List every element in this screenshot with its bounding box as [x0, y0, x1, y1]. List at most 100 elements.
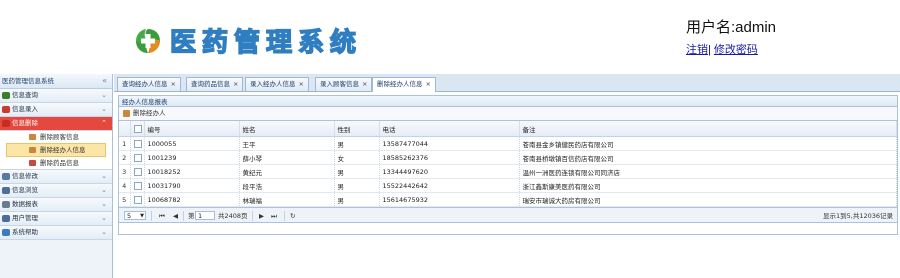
- logout-link[interactable]: 注销: [686, 44, 708, 56]
- column-header-phone[interactable]: 电话: [379, 121, 520, 137]
- link-separator: |: [708, 44, 711, 56]
- table-row[interactable]: 1 1000055 王平男 13587477044 苍南县金乡镇健民药店有限公司: [119, 136, 897, 151]
- chevron-icon: ⌄: [101, 105, 107, 113]
- close-icon[interactable]: ×: [362, 80, 367, 88]
- sidebar: 医药管理信息系统 « 信息查询 ⌄ 信息录入 ⌄ 信息删除 ⌃ 删除顾客信息 删除经办人信息删…: [0, 74, 113, 278]
- panel-title: 经办人信息报表: [118, 95, 898, 107]
- rownum-header: [119, 121, 131, 137]
- prev-page-icon[interactable]: ◀: [173, 208, 178, 224]
- row-checkbox[interactable]: [130, 136, 145, 151]
- tab-2[interactable]: 查询药品信息 ×: [186, 77, 244, 91]
- sidebar-subitem-medicine[interactable]: 删除药品信息: [0, 157, 112, 169]
- next-page-icon[interactable]: ▶: [259, 208, 264, 224]
- table-row[interactable]: 4 10031790 段平浩男 15522442642 浙江鑫斯康美医药有限公司: [119, 178, 897, 193]
- column-header-sex[interactable]: 性别: [334, 121, 380, 137]
- sidebar-item-edit[interactable]: 信息修改 ⌄: [0, 170, 112, 184]
- cell-id: 10068782: [144, 192, 240, 207]
- sidebar-subitem-agent[interactable]: 删除经办人信息: [6, 143, 106, 157]
- tab-5[interactable]: 删除经办人信息 ×: [372, 77, 436, 92]
- sidebar-subitem-label: 删除经办人信息: [40, 146, 86, 154]
- medicine-icon: [29, 160, 36, 166]
- close-icon[interactable]: ×: [171, 80, 176, 88]
- cell-name: 段平浩: [239, 178, 335, 193]
- cell-phone: 15614675932: [379, 192, 520, 207]
- sidebar-item-input[interactable]: 信息录入 ⌄: [0, 103, 112, 117]
- pager-divider: [252, 211, 253, 221]
- chevron-icon: ⌄: [101, 91, 107, 99]
- cell-name: 王平: [239, 136, 335, 151]
- column-header-note[interactable]: 备注: [519, 121, 897, 137]
- sidebar-item-label: 信息删除: [12, 119, 38, 127]
- column-header-name[interactable]: 姓名: [239, 121, 335, 137]
- query-icon: [2, 92, 10, 99]
- page-size-select[interactable]: 5 ▼: [124, 211, 146, 220]
- app-title: 医药管理系统: [169, 27, 363, 58]
- cell-phone: 13344497620: [379, 164, 520, 179]
- sidebar-item-label: 用户管理: [12, 214, 38, 222]
- sidebar-item-delete[interactable]: 信息删除 ⌃: [0, 117, 112, 131]
- app-logo: 医药管理系统: [134, 22, 362, 59]
- close-icon[interactable]: ×: [233, 80, 238, 88]
- customer-icon: [29, 134, 36, 140]
- cell-id: 10018252: [144, 164, 240, 179]
- sidebar-item-report[interactable]: 数据报表 ⌄: [0, 198, 112, 212]
- row-checkbox[interactable]: [130, 150, 145, 165]
- change-password-link[interactable]: 修改密码: [714, 44, 758, 56]
- select-all-checkbox[interactable]: [130, 121, 145, 137]
- row-checkbox[interactable]: [130, 178, 145, 193]
- sidebar-subitem-customer[interactable]: 删除顾客信息: [0, 131, 112, 143]
- cell-note: 苍南县金乡镇健民药店有限公司: [519, 136, 897, 151]
- main-content: 查询经办人信息 × 查询药品信息 × 录入经办人信息 × 录入顾客信息 × 删除经办人信息 × 经…: [114, 74, 900, 278]
- header: 医药管理系统 用户名:admin 注销| 修改密码: [0, 0, 900, 74]
- chevron-icon: ⌄: [101, 214, 107, 222]
- cell-sex: 男: [334, 192, 380, 207]
- agent-table: 编号 姓名 性别 电话 备注 1 1000055 王平男 13587477044 苍南县…: [119, 121, 897, 207]
- table-header-row: 编号 姓名 性别 电话 备注: [119, 121, 897, 137]
- sidebar-item-label: 信息查询: [12, 91, 38, 99]
- user-icon: [2, 215, 10, 222]
- sidebar-item-browse[interactable]: 信息浏览 ⌄: [0, 184, 112, 198]
- sidebar-item-query[interactable]: 信息查询 ⌄: [0, 89, 112, 103]
- report-icon: [2, 201, 10, 208]
- table-row[interactable]: 5 10068782 林瑞福男 15614675932 瑞安市瑞诚大药房有限公司: [119, 192, 897, 207]
- table-row[interactable]: 3 10018252 黄纪元男 13344497620 温州一洲医药连锁有限公司同济店: [119, 164, 897, 179]
- page-number-input[interactable]: 1: [195, 211, 215, 220]
- user-box: 用户名:admin 注销| 修改密码: [686, 16, 776, 57]
- sidebar-item-user[interactable]: 用户管理 ⌄: [0, 212, 112, 226]
- tab-label: 录入顾客信息: [320, 80, 359, 88]
- row-number: 1: [119, 136, 131, 151]
- sidebar-menu: 信息查询 ⌄ 信息录入 ⌄ 信息删除 ⌃ 删除顾客信息 删除经办人信息 删除药品信息 信息修改 ⌄ 信…: [0, 89, 112, 240]
- delete-user-icon: [123, 110, 130, 117]
- last-page-icon[interactable]: ⏭: [271, 208, 277, 224]
- row-number: 4: [119, 178, 131, 193]
- help-icon: [2, 229, 10, 236]
- table-row[interactable]: 2 1001239 薛小琴女 18585262376 苍南县桥墩镇百信药店有限公司: [119, 150, 897, 165]
- cell-phone: 13587477044: [379, 136, 520, 151]
- chevron-icon: ⌃: [101, 119, 107, 127]
- collapse-sidebar-icon[interactable]: «: [102, 74, 107, 88]
- row-checkbox[interactable]: [130, 192, 145, 207]
- cell-name: 林瑞福: [239, 192, 335, 207]
- cell-phone: 18585262376: [379, 150, 520, 165]
- tab-4[interactable]: 录入顾客信息 ×: [315, 77, 373, 91]
- chevron-icon: ⌄: [101, 172, 107, 180]
- delete-agent-button[interactable]: 删除经办人: [123, 108, 166, 119]
- sidebar-item-label: 信息录入: [12, 105, 38, 113]
- cell-sex: 男: [334, 136, 380, 151]
- tab-label: 查询经办人信息: [122, 80, 168, 88]
- sidebar-item-help[interactable]: 系统帮助 ⌄: [0, 226, 112, 240]
- tab-1[interactable]: 查询经办人信息 ×: [117, 77, 181, 91]
- agent-icon: [29, 147, 36, 153]
- first-page-icon[interactable]: ⏮: [159, 208, 165, 224]
- refresh-icon[interactable]: ↻: [290, 208, 295, 224]
- sidebar-item-label: 信息浏览: [12, 186, 38, 194]
- cell-id: 1000055: [144, 136, 240, 151]
- close-icon[interactable]: ×: [426, 80, 431, 88]
- row-checkbox[interactable]: [130, 164, 145, 179]
- close-icon[interactable]: ×: [299, 80, 304, 88]
- column-header-id[interactable]: 编号: [144, 121, 240, 137]
- chevron-down-icon: ▼: [140, 213, 144, 219]
- cross-leaf-logo-icon: [134, 27, 162, 55]
- table-body: 1 1000055 王平男 13587477044 苍南县金乡镇健民药店有限公司 2 100…: [119, 136, 897, 207]
- tab-3[interactable]: 录入经办人信息 ×: [245, 77, 309, 91]
